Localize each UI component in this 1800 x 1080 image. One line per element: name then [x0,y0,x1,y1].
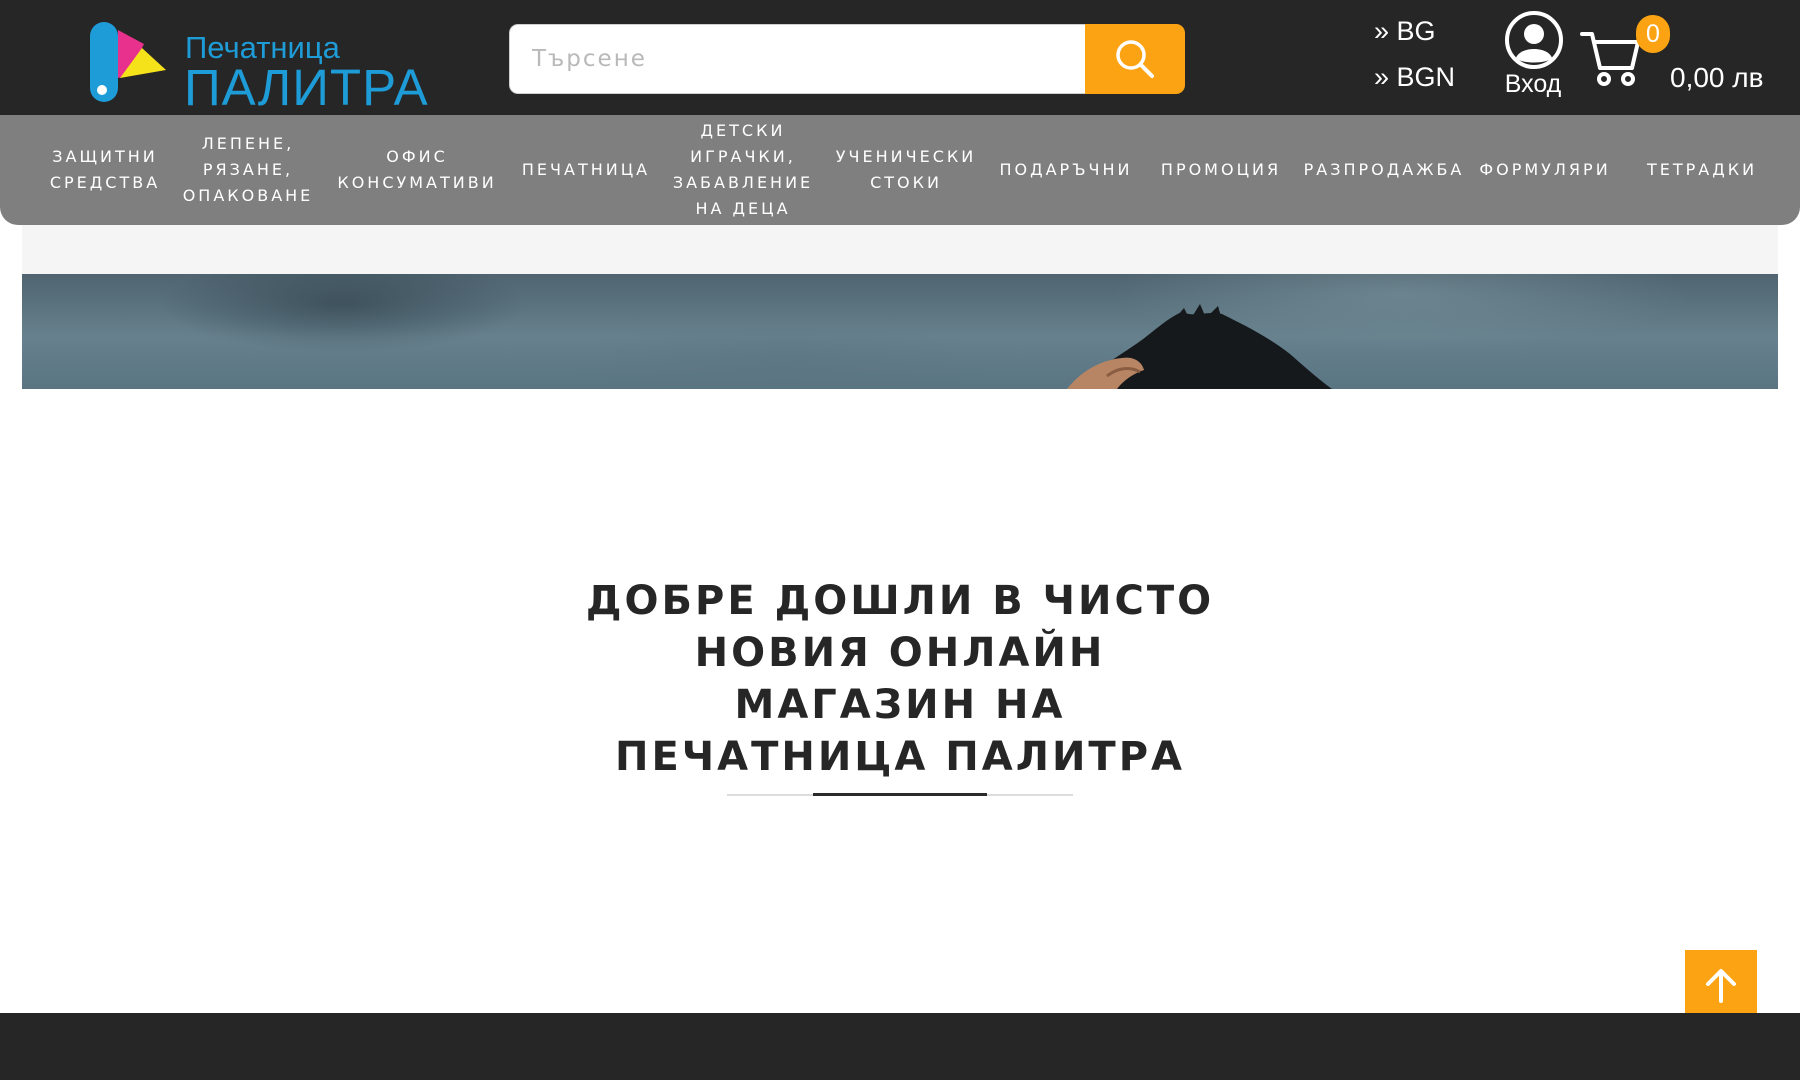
palette-logo-icon [90,22,166,102]
arrow-up-icon [1706,969,1736,1003]
currency-switcher[interactable]: » BGN [1374,62,1455,93]
language-switcher[interactable]: » BG [1374,16,1436,47]
heading-divider-accent [813,793,987,796]
nav-item-promotion[interactable]: ПРОМОЦИЯ [1148,115,1294,225]
shopping-cart-icon [1580,32,1640,86]
nav-item-forms[interactable]: ФОРМУЛЯРИ [1474,115,1616,225]
cart-total: 0,00 лв [1670,62,1764,93]
heading-divider [727,793,1073,796]
site-header: Печатница ПАЛИТРА » BG » BGN Вход 0 0,00… [0,0,1800,116]
search-icon [1116,40,1154,78]
search-button[interactable] [1085,24,1185,94]
site-footer [0,1013,1800,1080]
nav-item-gluing-cutting-packing[interactable]: ЛЕПЕНЕ, РЯЗАНЕ, ОПАКОВАНЕ [176,115,320,225]
logo-text-main: ПАЛИТРА [184,59,429,116]
cart-link[interactable]: 0 0,00 лв [1578,12,1788,104]
main-navigation: ЗАЩИТНИ СРЕДСТВА ЛЕПЕНЕ, РЯЗАНЕ, ОПАКОВА… [0,115,1800,225]
nav-item-kids-toys[interactable]: ДЕТСКИ ИГРАЧКИ, ЗАБАВЛЕНИЕ НА ДЕЦА [668,115,818,225]
cart-count-badge: 0 [1636,15,1670,53]
nav-item-school-supplies[interactable]: УЧЕНИЧЕСКИ СТОКИ [828,115,984,225]
nav-item-gifts[interactable]: ПОДАРЪЧНИ [994,115,1138,225]
nav-item-protective-supplies[interactable]: ЗАЩИТНИ СРЕДСТВА [44,115,166,225]
nav-item-sale[interactable]: РАЗПРОДАЖБА [1304,115,1464,225]
search-input[interactable] [509,24,1086,94]
hero-banner-image [22,274,1778,389]
search-form [509,24,1185,94]
back-to-top-button[interactable] [1685,950,1757,1022]
login-label: Вход [1504,70,1562,98]
welcome-heading: ДОБРЕ ДОШЛИ В ЧИСТО НОВИЯ ОНЛАЙН МАГАЗИН… [585,578,1215,780]
nav-item-office-supplies[interactable]: ОФИС КОНСУМАТИВИ [330,115,504,225]
nav-item-printing-house[interactable]: ПЕЧАТНИЦА [514,115,658,225]
login-link[interactable]: Вход [1500,10,1566,102]
user-circle-icon [1505,11,1563,69]
nav-item-notebooks[interactable]: ТЕТРАДКИ [1626,115,1778,225]
banner-top-strip [22,225,1778,274]
site-logo[interactable]: Печатница ПАЛИТРА [88,18,428,116]
